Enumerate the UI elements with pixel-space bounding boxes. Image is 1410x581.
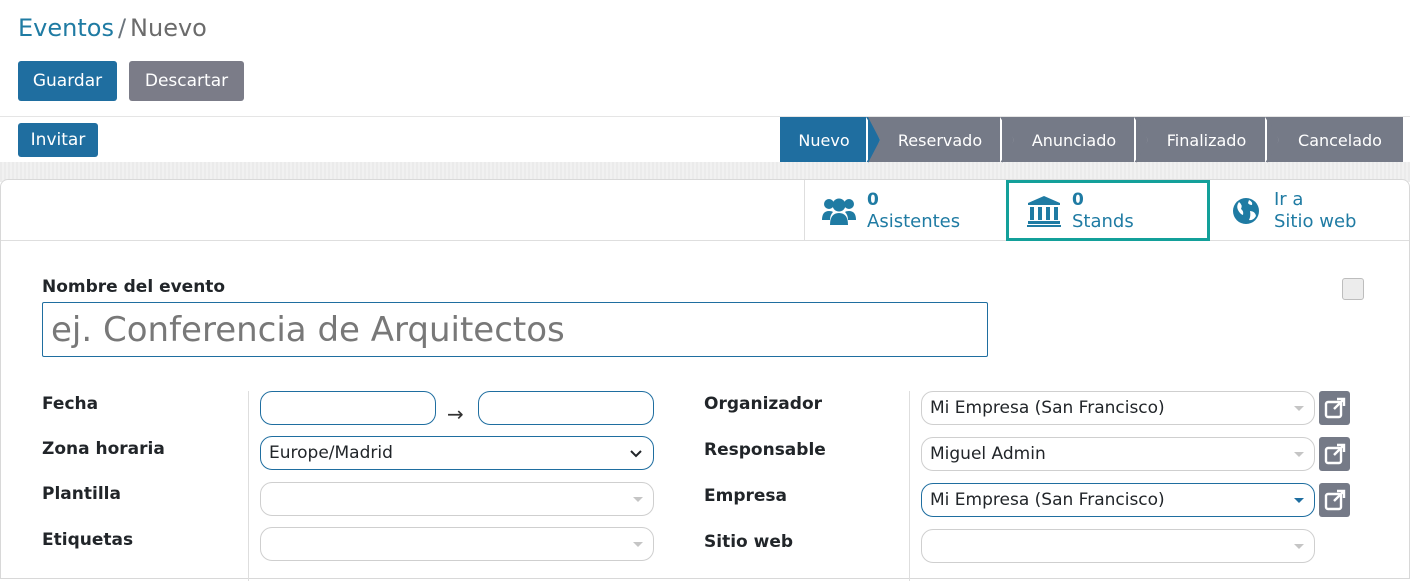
- event-name-placeholder: ej. Conferencia de Arquitectos: [51, 309, 565, 350]
- website-label-line2: Sitio web: [1274, 210, 1357, 232]
- favorite-checkbox[interactable]: [1342, 278, 1364, 300]
- save-button[interactable]: Guardar: [18, 61, 117, 101]
- users-icon: [819, 191, 859, 231]
- attendees-label: Asistentes: [867, 210, 961, 232]
- organizer-label: Organizador: [704, 394, 823, 414]
- stage-cancelado[interactable]: Cancelado: [1265, 117, 1403, 163]
- bank-icon: [1024, 191, 1064, 231]
- event-name-label: Nombre del evento: [42, 277, 226, 297]
- caret-down-icon: [1294, 498, 1304, 503]
- company-value: Mi Empresa (San Francisco): [930, 490, 1165, 510]
- organizer-external-link-button[interactable]: [1319, 391, 1350, 425]
- form-sheet: 0 Asistentes 0 Stands Ir a Sitio web Nom…: [0, 179, 1410, 581]
- discard-button[interactable]: Descartar: [129, 61, 244, 101]
- timezone-select[interactable]: Europe/Madrid: [260, 436, 654, 470]
- responsible-label: Responsable: [704, 440, 826, 460]
- globe-icon: [1226, 191, 1266, 231]
- left-column-divider: [248, 391, 249, 581]
- external-link-icon: [1324, 397, 1345, 419]
- external-link-icon: [1324, 489, 1345, 511]
- stage-label: Finalizado: [1166, 130, 1247, 150]
- template-select[interactable]: [260, 482, 654, 516]
- stage-finalizado[interactable]: Finalizado: [1134, 117, 1279, 163]
- website-label-line1: Ir a: [1274, 188, 1304, 210]
- invite-button[interactable]: Invitar: [18, 123, 98, 157]
- breadcrumb: Eventos / Nuevo: [18, 14, 207, 42]
- caret-down-icon: [633, 497, 643, 502]
- caret-down-icon: [1294, 406, 1304, 411]
- website-label: Sitio web: [704, 532, 794, 552]
- external-link-icon: [1324, 443, 1345, 465]
- stage-label: Anunciado: [1031, 130, 1117, 150]
- responsible-select[interactable]: Miguel Admin: [921, 437, 1315, 471]
- caret-down-icon: [633, 542, 643, 547]
- breadcrumb-current: Nuevo: [130, 14, 207, 42]
- chevron-down-icon: [629, 445, 643, 464]
- date-label: Fecha: [42, 394, 99, 414]
- booths-count: 0: [1072, 189, 1084, 210]
- date-begin-input[interactable]: [260, 391, 436, 425]
- stage-label: Nuevo: [798, 130, 850, 150]
- stage-label: Cancelado: [1298, 130, 1382, 150]
- stage-nuevo[interactable]: Nuevo: [780, 117, 880, 163]
- stage-reservado[interactable]: Reservado: [866, 117, 1014, 163]
- timezone-label: Zona horaria: [42, 439, 165, 459]
- template-label: Plantilla: [42, 484, 121, 504]
- stage-arrow: [1002, 117, 1014, 163]
- breadcrumb-eventos-link[interactable]: Eventos: [18, 14, 114, 42]
- booths-label: Stands: [1072, 210, 1134, 232]
- stage-arrow: [1267, 117, 1279, 163]
- stage-arrow: [868, 117, 880, 163]
- attendees-smart-button[interactable]: 0 Asistentes: [819, 180, 1004, 241]
- tags-select[interactable]: [260, 527, 654, 561]
- breadcrumb-separator: /: [117, 14, 127, 42]
- tags-label: Etiquetas: [42, 530, 134, 550]
- website-smart-button[interactable]: Ir a Sitio web: [1226, 180, 1406, 241]
- date-range-arrow: →: [447, 402, 464, 426]
- company-external-link-button[interactable]: [1319, 483, 1350, 517]
- control-panel: Eventos / Nuevo Guardar Descartar: [0, 0, 1410, 116]
- stage-anunciado[interactable]: Anunciado: [1000, 117, 1148, 163]
- caret-down-icon: [1294, 452, 1304, 457]
- website-select[interactable]: [921, 529, 1315, 563]
- responsible-external-link-button[interactable]: [1319, 437, 1350, 471]
- caret-down-icon: [1294, 544, 1304, 549]
- stage-arrow: [1136, 117, 1148, 163]
- stage-pipeline: Nuevo Reservado Anunciado Finalizado Can…: [780, 117, 1403, 163]
- divider: [804, 180, 805, 241]
- statusbar: Invitar Nuevo Reservado Anunciado Finali…: [0, 116, 1410, 163]
- organizer-select[interactable]: Mi Empresa (San Francisco): [921, 391, 1315, 425]
- responsible-value: Miguel Admin: [930, 444, 1046, 464]
- event-name-input[interactable]: ej. Conferencia de Arquitectos: [42, 302, 988, 357]
- organizer-value: Mi Empresa (San Francisco): [930, 398, 1165, 418]
- timezone-value: Europe/Madrid: [269, 443, 393, 463]
- smart-button-box: 0 Asistentes 0 Stands Ir a Sitio web: [1, 180, 1409, 241]
- company-select[interactable]: Mi Empresa (San Francisco): [921, 483, 1315, 517]
- booths-smart-button[interactable]: 0 Stands: [1006, 180, 1210, 241]
- date-end-input[interactable]: [478, 391, 654, 425]
- right-column-divider: [909, 391, 910, 581]
- attendees-count: 0: [867, 189, 879, 210]
- company-label: Empresa: [704, 486, 787, 506]
- stage-label: Reservado: [897, 130, 983, 150]
